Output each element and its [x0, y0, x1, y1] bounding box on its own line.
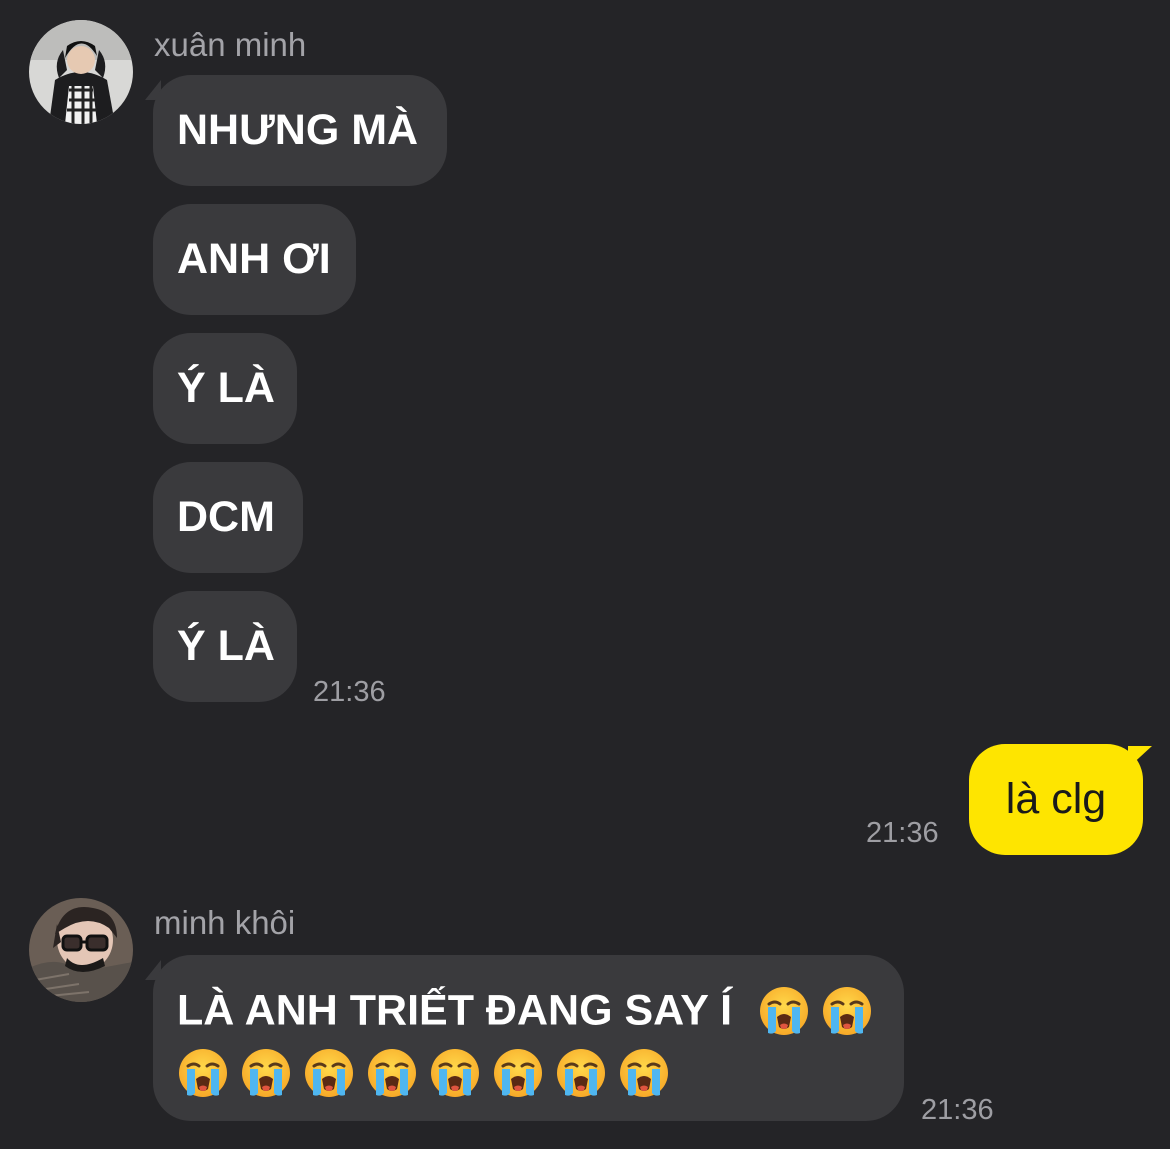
message-text: LÀ ANH TRIẾT ĐANG SAY Í — [177, 986, 733, 1035]
message-timestamp: 21:36 — [313, 676, 386, 708]
message-text: NHƯNG MÀ — [177, 106, 419, 154]
loudly-crying-face-emoji — [492, 1047, 544, 1099]
message-text: Ý LÀ — [177, 364, 275, 412]
message-text: DCM — [177, 493, 275, 541]
avatar-photo-icon — [29, 20, 133, 124]
message-bubble-outgoing[interactable]: là clg — [969, 744, 1143, 855]
avatar-photo-icon — [29, 898, 133, 1002]
message-line — [177, 1047, 880, 1101]
message-text: ANH ƠI — [177, 235, 331, 283]
bubble-tail — [1128, 746, 1152, 768]
loudly-crying-face-emoji — [555, 1047, 607, 1099]
message-line: LÀ ANH TRIẾT ĐANG SAY Í — [177, 985, 880, 1039]
loudly-crying-face-emoji — [618, 1047, 670, 1099]
avatar-xuan-minh[interactable] — [29, 20, 133, 124]
message-bubble[interactable]: Ý LÀ — [153, 333, 297, 444]
loudly-crying-face-emoji — [366, 1047, 418, 1099]
sender-name: xuân minh — [154, 26, 307, 63]
message-text: Ý LÀ — [177, 622, 275, 670]
emoji-row — [177, 1047, 681, 1099]
loudly-crying-face-emoji — [821, 985, 873, 1037]
avatar-minh-khoi[interactable] — [29, 898, 133, 1002]
message-timestamp: 21:36 — [866, 817, 939, 849]
loudly-crying-face-emoji — [240, 1047, 292, 1099]
message-bubble[interactable]: DCM — [153, 462, 303, 573]
message-bubble[interactable]: Ý LÀ — [153, 591, 297, 702]
loudly-crying-face-emoji — [758, 985, 810, 1037]
loudly-crying-face-emoji — [429, 1047, 481, 1099]
message-bubble[interactable]: NHƯNG MÀ — [153, 75, 447, 186]
emoji-row — [758, 985, 884, 1037]
message-bubble[interactable]: LÀ ANH TRIẾT ĐANG SAY Í — [153, 955, 904, 1121]
message-timestamp: 21:36 — [921, 1094, 994, 1126]
sender-name: minh khôi — [154, 904, 296, 941]
message-bubble[interactable]: ANH ƠI — [153, 204, 356, 315]
loudly-crying-face-emoji — [177, 1047, 229, 1099]
message-text: là clg — [1005, 775, 1107, 823]
loudly-crying-face-emoji — [303, 1047, 355, 1099]
